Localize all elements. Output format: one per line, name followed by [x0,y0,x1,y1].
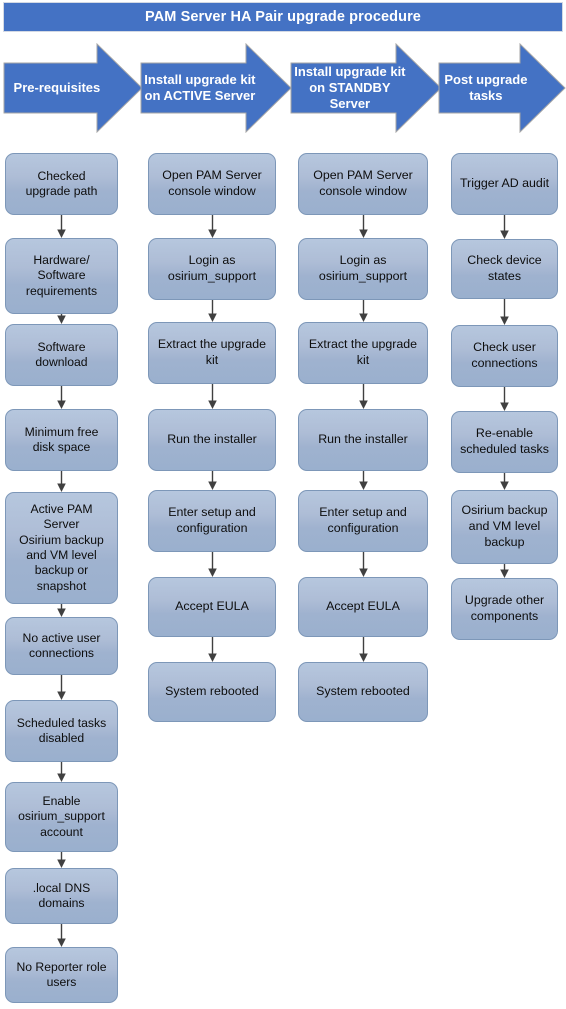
phase-arrow-install-standby[interactable]: Install upgrade kit on STANDBY Server [290,43,442,133]
process-box[interactable]: Active PAM Server Osirium backup and VM … [5,492,118,604]
flow-connector-arrow [358,552,369,577]
process-box[interactable]: No Reporter role users [5,947,118,1003]
process-box[interactable]: Scheduled tasks disabled [5,700,118,762]
process-box[interactable]: Extract the upgrade kit [148,322,276,384]
flow-connector-arrow [56,604,67,617]
flow-connector-arrow [358,637,369,662]
process-box[interactable]: Enable osirium_support account [5,782,118,852]
process-box[interactable]: Run the installer [298,409,428,471]
phase-arrow-shape [290,43,442,133]
process-box[interactable]: Enter setup and configuration [148,490,276,552]
flow-connector-arrow [358,384,369,409]
diagram-title-banner: PAM Server HA Pair upgrade procedure [3,2,563,32]
process-box[interactable]: Checked upgrade path [5,153,118,215]
phase-arrow-install-active[interactable]: Install upgrade kit on ACTIVE Server [140,43,292,133]
flow-connector-arrow [358,215,369,238]
flow-connector-arrow [56,471,67,492]
flow-connector-arrow [56,924,67,947]
flow-connector-arrow [499,473,510,490]
process-box[interactable]: Check user connections [451,325,558,387]
flow-connector-arrow [207,471,218,490]
process-box[interactable]: Accept EULA [298,577,428,637]
process-box[interactable]: Login as osirium_support [298,238,428,300]
phase-arrow-post-upgrade[interactable]: Post upgrade tasks [438,43,566,133]
flow-connector-arrow [207,384,218,409]
flow-connector-arrow [358,471,369,490]
flow-connector-arrow [499,215,510,239]
flow-connector-arrow [56,386,67,409]
flow-connector-arrow [56,762,67,782]
flow-connector-arrow [207,300,218,322]
process-box[interactable]: Re-enable scheduled tasks [451,411,558,473]
process-box[interactable]: Accept EULA [148,577,276,637]
process-box[interactable]: No active user connections [5,617,118,675]
flow-connector-arrow [56,675,67,700]
flow-connector-arrow [56,215,67,238]
flow-connector-arrow [207,637,218,662]
flow-connector-arrow [358,300,369,322]
page-title: PAM Server HA Pair upgrade procedure [145,9,421,25]
flow-connector-arrow [56,852,67,868]
process-box[interactable]: Open PAM Server console window [148,153,276,215]
process-box[interactable]: Login as osirium_support [148,238,276,300]
phase-arrow-shape [438,43,566,133]
flow-connector-arrow [499,299,510,325]
process-box[interactable]: Minimum free disk space [5,409,118,471]
process-box[interactable]: Enter setup and configuration [298,490,428,552]
process-box[interactable]: Hardware/ Software requirements [5,238,118,314]
phase-arrow-shape [3,43,143,133]
process-box[interactable]: Software download [5,324,118,386]
flow-connector-arrow [207,552,218,577]
flow-connector-arrow [499,564,510,578]
process-box[interactable]: Run the installer [148,409,276,471]
process-box[interactable]: Osirium backup and VM level backup [451,490,558,564]
phase-arrow-pre-requisites[interactable]: Pre-requisites [3,43,143,133]
process-box[interactable]: System rebooted [298,662,428,722]
process-box[interactable]: Open PAM Server console window [298,153,428,215]
process-box[interactable]: Check device states [451,239,558,299]
process-box[interactable]: Trigger AD audit [451,153,558,215]
flow-connector-arrow [207,215,218,238]
process-box[interactable]: Extract the upgrade kit [298,322,428,384]
process-box[interactable]: Upgrade other components [451,578,558,640]
flow-connector-arrow [499,387,510,411]
flow-connector-arrow [56,314,67,324]
process-box[interactable]: .local DNS domains [5,868,118,924]
process-box[interactable]: System rebooted [148,662,276,722]
phase-arrow-shape [140,43,292,133]
